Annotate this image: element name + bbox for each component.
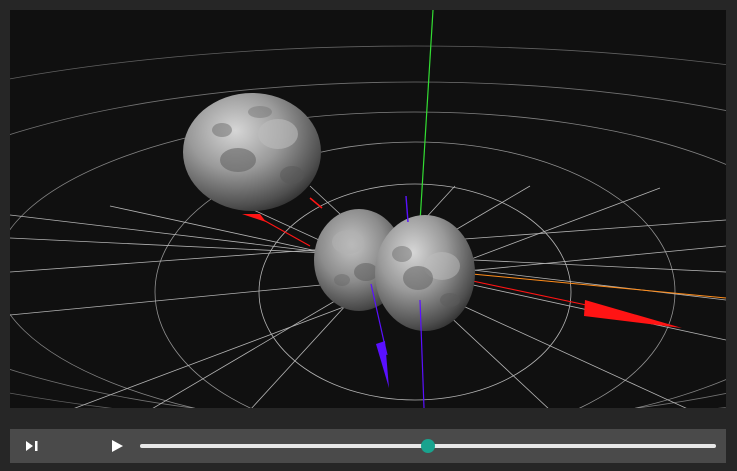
3d-viewport[interactable]	[10, 10, 726, 408]
slider-thumb[interactable]	[421, 439, 435, 453]
step-forward-icon	[26, 441, 38, 451]
animation-player	[0, 0, 737, 471]
scene-canvas	[10, 10, 726, 408]
moon-sphere[interactable]	[375, 215, 475, 331]
step-forward-button[interactable]	[12, 429, 52, 463]
play-icon	[111, 440, 123, 452]
timeline-slider[interactable]	[140, 437, 716, 455]
playback-controls	[10, 429, 726, 463]
moon-sphere[interactable]	[183, 93, 321, 211]
play-button[interactable]	[97, 429, 137, 463]
y-axis-line	[419, 10, 434, 223]
